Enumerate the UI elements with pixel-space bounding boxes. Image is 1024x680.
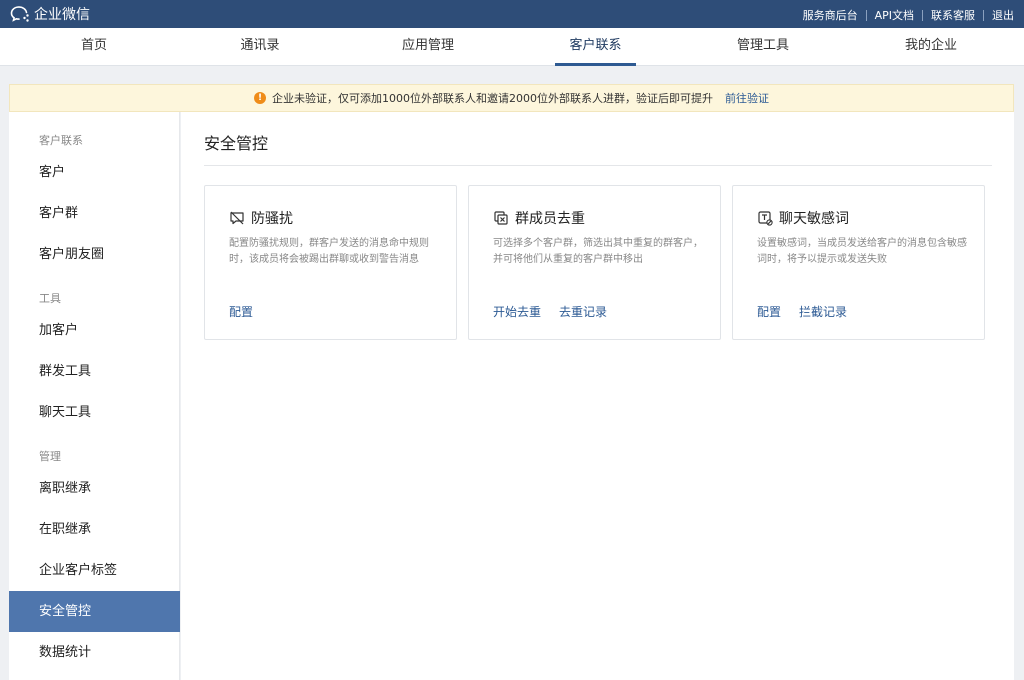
top-link-support[interactable]: 联系客服	[931, 7, 975, 23]
brand-logo[interactable]: 企业微信	[10, 4, 90, 24]
sidebar-item-moments[interactable]: 客户朋友圈	[9, 234, 180, 275]
card-header: 群成员去重	[493, 208, 585, 228]
sidebar-item-customers[interactable]: 客户	[9, 152, 180, 193]
top-link-service-backend[interactable]: 服务商后台	[803, 7, 858, 23]
top-link-separator	[865, 9, 867, 21]
configure-link[interactable]: 配置	[757, 303, 781, 320]
sidebar-item-add-customer[interactable]: 加客户	[9, 310, 180, 351]
brand-name: 企业微信	[34, 7, 90, 23]
chat-bubble-icon	[10, 5, 30, 23]
card-actions: 配置	[229, 303, 253, 320]
main-nav: 首页 通讯录 应用管理 客户联系 管理工具 我的企业	[0, 28, 1024, 66]
start-dedupe-link[interactable]: 开始去重	[493, 303, 541, 320]
notice-text: 企业未验证，仅可添加1000位外部联系人和邀请2000位外部联系人进群，验证后即…	[272, 92, 713, 105]
tab-my-enterprise[interactable]: 我的企业	[871, 28, 991, 66]
card-description: 配置防骚扰规则，群客户发送的消息命中规则时，该成员将会被踢出群聊或收到警告消息	[229, 238, 429, 265]
sidebar-item-onjob-transfer[interactable]: 在职继承	[9, 509, 180, 550]
card-sensitive-words: 聊天敏感词 设置敏感词，当成员发送给客户的消息包含敏感词时，将予以提示或发送失败…	[732, 185, 985, 340]
top-links: 服务商后台 API文档 联系客服 退出	[803, 7, 1014, 23]
sidebar-group-tools: 工具	[39, 292, 61, 305]
sidebar-item-statistics[interactable]: 数据统计	[9, 632, 180, 673]
top-bar: 企业微信 服务商后台 API文档 联系客服 退出	[0, 0, 1024, 28]
sidebar: 客户联系 客户 客户群 客户朋友圈 工具 加客户 群发工具 聊天工具 管理 离职…	[9, 112, 180, 680]
configure-link[interactable]: 配置	[229, 303, 253, 320]
top-link-logout[interactable]: 退出	[992, 7, 1014, 23]
card-header: 聊天敏感词	[757, 208, 849, 228]
sidebar-group-management: 管理	[39, 450, 61, 463]
warning-icon: !	[254, 92, 266, 104]
sidebar-item-security[interactable]: 安全管控	[9, 591, 180, 632]
sidebar-item-resigned-transfer[interactable]: 离职继承	[9, 468, 180, 509]
card-description: 可选择多个客户群，筛选出其中重复的群客户，并可将他们从重复的客户群中移出	[493, 238, 703, 265]
card-anti-harass: 防骚扰 配置防骚扰规则，群客户发送的消息命中规则时，该成员将会被踢出群聊或收到警…	[204, 185, 457, 340]
sidebar-item-mass-send[interactable]: 群发工具	[9, 351, 180, 392]
card-title: 群成员去重	[515, 211, 585, 227]
sidebar-item-customer-tags[interactable]: 企业客户标签	[9, 550, 180, 591]
anti-harass-icon	[229, 210, 245, 226]
card-header: 防骚扰	[229, 208, 293, 228]
card-title: 聊天敏感词	[779, 211, 849, 227]
top-link-separator	[983, 9, 984, 21]
card-description: 设置敏感词，当成员发送给客户的消息包含敏感词时，将予以提示或发送失败	[757, 238, 967, 265]
title-divider	[204, 165, 992, 166]
tab-home[interactable]: 首页	[34, 28, 154, 66]
card-dedupe: 群成员去重 可选择多个客户群，筛选出其中重复的群客户，并可将他们从重复的客户群中…	[468, 185, 721, 340]
page-title: 安全管控	[204, 134, 269, 153]
tab-management-tools[interactable]: 管理工具	[703, 28, 823, 66]
dedupe-icon	[493, 210, 509, 226]
sidebar-item-customer-groups[interactable]: 客户群	[9, 193, 180, 234]
card-title: 防骚扰	[251, 211, 293, 227]
tab-customer-contact[interactable]: 客户联系	[555, 28, 636, 66]
verification-notice: ! 企业未验证，仅可添加1000位外部联系人和邀请2000位外部联系人进群，验证…	[9, 84, 1014, 112]
tab-contacts[interactable]: 通讯录	[200, 28, 320, 66]
sensitive-words-icon	[757, 210, 773, 226]
top-link-separator	[922, 9, 923, 21]
go-verify-link[interactable]: 前往验证	[725, 90, 769, 106]
sidebar-item-chat-tools[interactable]: 聊天工具	[9, 392, 180, 433]
tab-app-management[interactable]: 应用管理	[368, 28, 488, 66]
dedupe-records-link[interactable]: 去重记录	[559, 303, 607, 320]
sidebar-group-customer-contact: 客户联系	[39, 134, 83, 147]
intercept-records-link[interactable]: 拦截记录	[799, 303, 847, 320]
card-actions: 开始去重 去重记录	[493, 303, 607, 320]
top-link-api-docs[interactable]: API文档	[875, 7, 914, 23]
main-content: 安全管控 防骚扰 配置防骚扰规则，群客户发送的消息命中规则时，该成员将会被踢出群…	[181, 112, 1014, 680]
card-actions: 配置 拦截记录	[757, 303, 847, 320]
